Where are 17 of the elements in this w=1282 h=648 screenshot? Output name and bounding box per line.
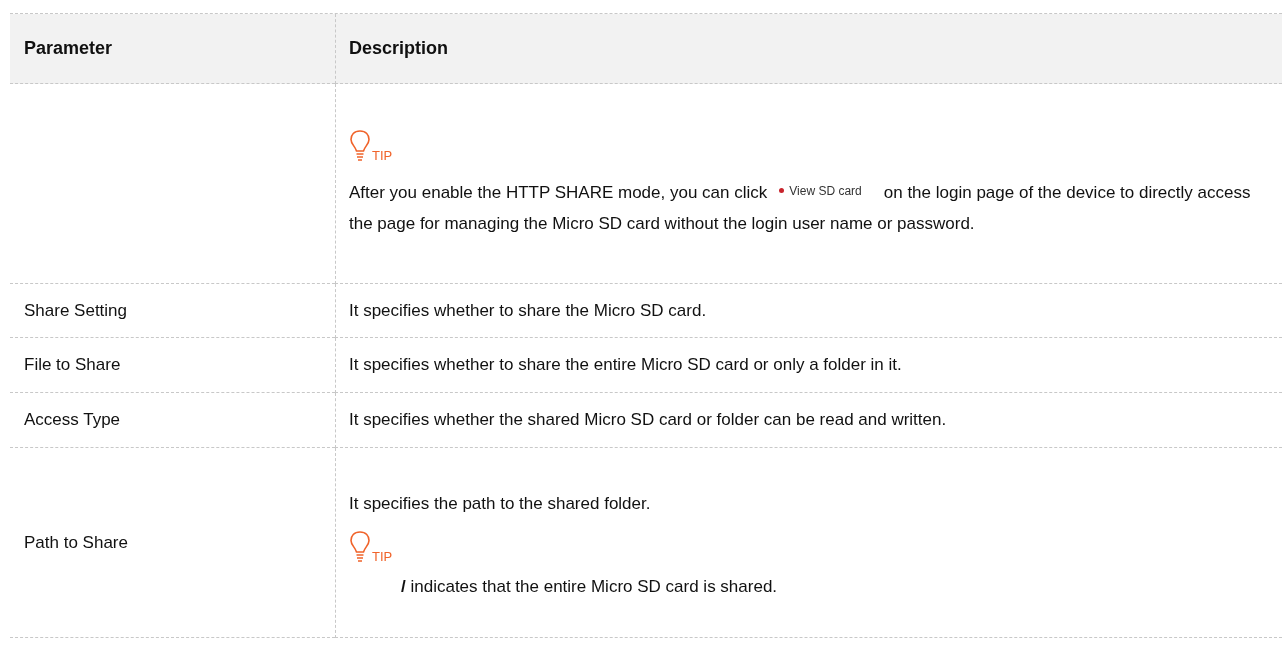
lightbulb-icon: [349, 128, 371, 163]
column-header: Parameter: [24, 38, 114, 59]
parameter-name: File to Share: [24, 355, 122, 375]
parameter-name: Share Setting: [24, 300, 128, 321]
tip-paragraph: After you enable the HTTP SHARE mode, you can click View SD card on the login page of the device to directly access the page for managing the Micro SD card without the login user name or password.: [349, 170, 1269, 245]
description-text: It specifies whether to share the entire Micro SD card or only a folder in it.: [349, 354, 903, 376]
view-sd-card-link[interactable]: View SD card: [779, 174, 862, 207]
description-text: It specifies whether the shared Micro SD card or folder can be read and written.: [349, 409, 948, 431]
lightbulb-icon: [349, 529, 371, 564]
tip-note: / indicates that the entire Micro SD card is shared.: [400, 575, 779, 598]
description-text: It specifies the path to the shared folder.: [349, 492, 652, 515]
column-header: Description: [349, 38, 450, 59]
tip-label: TIP: [372, 147, 393, 163]
description-text: It specifies whether to share the Micro SD card.: [349, 299, 708, 322]
parameter-name: Access Type: [24, 410, 122, 430]
parameter-name: Path to Share: [24, 532, 129, 553]
tip-label: TIP: [372, 548, 393, 564]
